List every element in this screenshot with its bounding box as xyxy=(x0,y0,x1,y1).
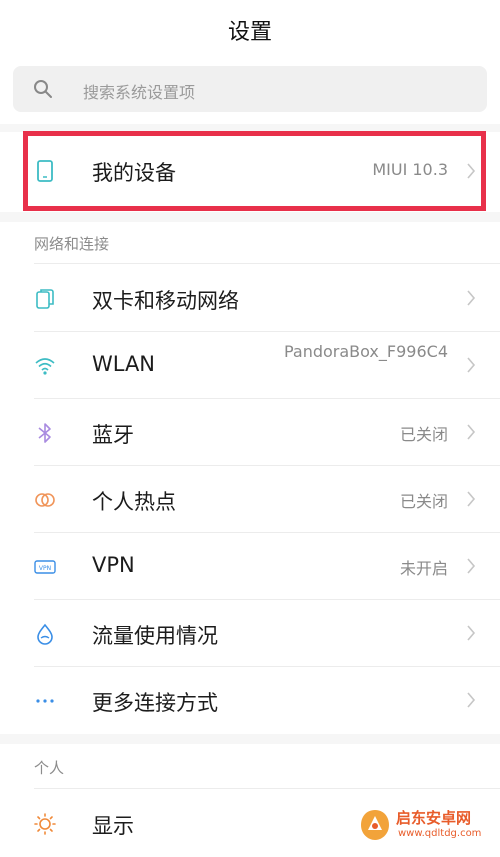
display-icon xyxy=(34,813,56,835)
section-gap xyxy=(0,124,500,132)
phone-icon xyxy=(37,160,53,182)
watermark-name: 启东安卓网 xyxy=(396,809,472,827)
bluetooth-icon xyxy=(38,423,51,443)
chevron-right-icon xyxy=(467,558,476,574)
search-input[interactable]: 搜索系统设置项 xyxy=(13,66,487,112)
chevron-right-icon xyxy=(467,625,476,641)
row-bluetooth[interactable]: 蓝牙 已关闭 xyxy=(0,399,500,466)
chevron-right-icon xyxy=(467,424,476,440)
vpn-icon: VPN xyxy=(34,560,56,574)
search-icon xyxy=(34,80,52,98)
section-gap xyxy=(0,212,500,222)
my-device-row[interactable]: 我的设备 MIUI 10.3 xyxy=(0,136,500,208)
row-label: 更多连接方式 xyxy=(92,691,218,715)
row-wlan[interactable]: WLAN PandoraBox_F996C4 xyxy=(0,332,500,399)
row-data-usage[interactable]: 流量使用情况 xyxy=(0,600,500,667)
sidebar-item-dual-sim[interactable]: 双卡和移动网络 xyxy=(0,265,500,332)
watermark-url: www.qdltdg.com xyxy=(398,828,482,839)
dual-sim-icon xyxy=(36,289,54,309)
row-hotspot[interactable]: 个人热点 已关闭 xyxy=(0,466,500,533)
divider xyxy=(34,788,500,789)
watermark: 启东安卓网 www.qdltdg.com xyxy=(358,806,492,846)
data-usage-icon xyxy=(37,623,53,645)
search-placeholder: 搜索系统设置项 xyxy=(83,83,196,102)
chevron-right-icon xyxy=(467,491,476,507)
row-label: 流量使用情况 xyxy=(92,624,218,648)
chevron-right-icon xyxy=(467,357,476,373)
chevron-right-icon xyxy=(467,163,476,179)
row-label: 蓝牙 xyxy=(92,423,134,447)
row-vpn[interactable]: VPN VPN 未开启 xyxy=(0,533,500,600)
my-device-label: 我的设备 xyxy=(92,161,176,185)
row-label: 显示 xyxy=(92,814,134,838)
row-value: 已关闭 xyxy=(399,425,448,444)
my-device-value: MIUI 10.3 xyxy=(372,160,448,179)
row-label: VPN xyxy=(92,553,135,577)
row-value: PandoraBox_F996C4 xyxy=(283,342,448,361)
row-value: 已关闭 xyxy=(399,492,448,511)
svg-text:VPN: VPN xyxy=(39,565,51,572)
section-title-network: 网络和连接 xyxy=(34,235,110,253)
page-title: 设置 xyxy=(227,20,272,45)
chevron-right-icon xyxy=(467,290,476,306)
row-value: 未开启 xyxy=(399,559,448,578)
section-title-personal: 个人 xyxy=(34,759,65,777)
divider xyxy=(34,263,500,264)
chevron-right-icon xyxy=(467,692,476,708)
hotspot-icon xyxy=(35,493,55,507)
row-label: 个人热点 xyxy=(92,490,176,514)
more-icon xyxy=(36,699,54,703)
row-label: WLAN xyxy=(92,352,156,376)
row-more-connections[interactable]: 更多连接方式 xyxy=(0,667,500,734)
wifi-icon xyxy=(35,358,55,375)
row-label: 双卡和移动网络 xyxy=(92,289,239,313)
watermark-logo-icon xyxy=(361,810,389,840)
section-gap xyxy=(0,734,500,744)
